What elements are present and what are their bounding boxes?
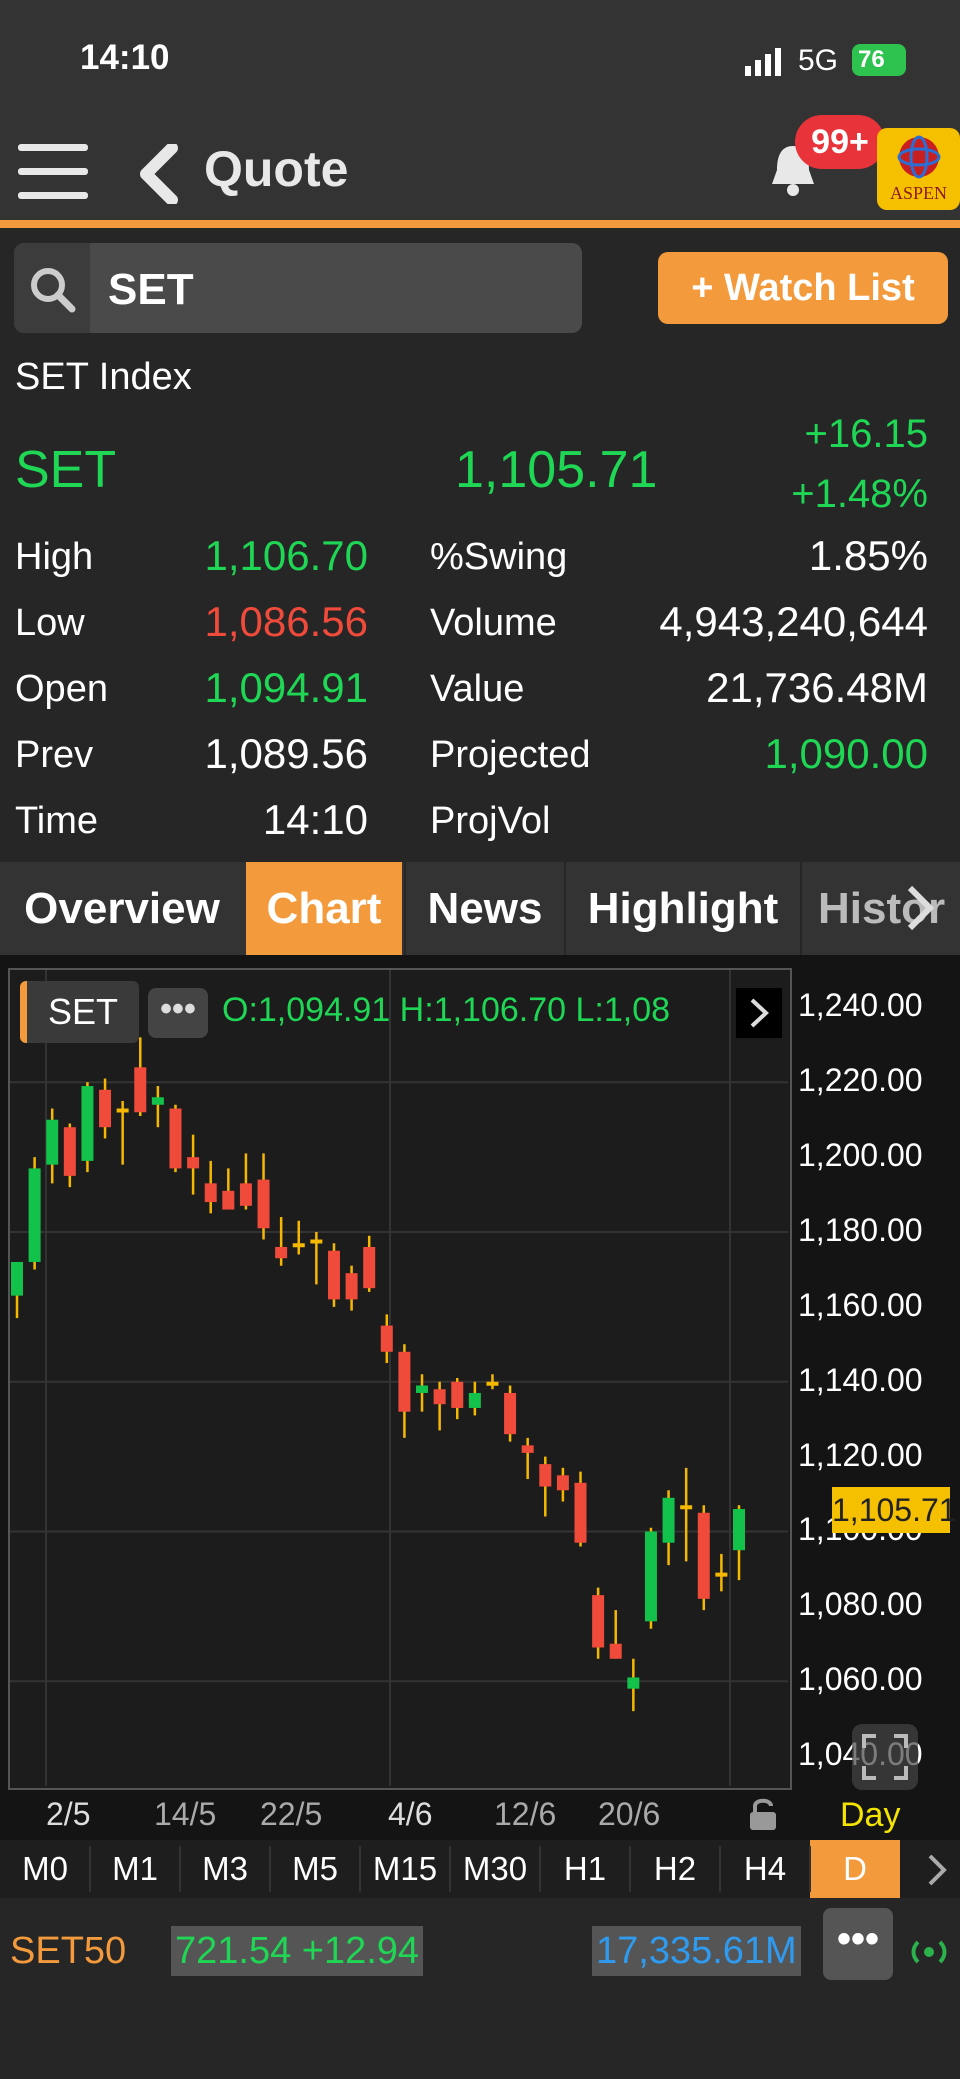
interval-m30[interactable]: M30 xyxy=(450,1840,540,1898)
x-tick-label: 12/6 xyxy=(494,1796,557,1832)
candle-body xyxy=(204,1183,217,1203)
interval-h2[interactable]: H2 xyxy=(630,1840,720,1898)
candle-body xyxy=(275,1246,288,1259)
candle-body xyxy=(644,1531,657,1622)
y-tick-label: 1,080.00 xyxy=(798,1586,923,1623)
candle-body xyxy=(451,1381,464,1408)
y-tick-label: 1,220.00 xyxy=(798,1062,923,1099)
candle-body xyxy=(697,1512,710,1599)
broadcast-icon[interactable] xyxy=(908,1934,950,1970)
ohlc-scroll-button[interactable] xyxy=(736,988,782,1038)
candle-body xyxy=(486,1381,499,1386)
interval-h4[interactable]: H4 xyxy=(720,1840,810,1898)
candle-body xyxy=(556,1475,569,1491)
candle-body xyxy=(63,1127,76,1176)
candle-body xyxy=(416,1385,429,1393)
candle-body xyxy=(28,1168,41,1262)
interval-d[interactable]: D xyxy=(810,1840,900,1898)
y-tick-label: 1,140.00 xyxy=(798,1361,923,1398)
y-tick-label: 1,120.00 xyxy=(798,1436,923,1473)
chart-more-button[interactable]: ••• xyxy=(148,988,208,1038)
chart-symbol-chip[interactable]: SET xyxy=(20,981,139,1043)
y-tick-label: 1,200.00 xyxy=(798,1137,923,1174)
candle-body xyxy=(398,1351,411,1412)
candle-body xyxy=(521,1445,534,1453)
candle-body xyxy=(327,1250,340,1300)
ticker-more-button[interactable]: ••• xyxy=(823,1908,893,1980)
candle-body xyxy=(504,1392,517,1435)
candle-body xyxy=(257,1179,270,1229)
interval-m1[interactable]: M1 xyxy=(90,1840,180,1898)
interval-m0[interactable]: M0 xyxy=(0,1840,90,1898)
candle-body xyxy=(715,1572,728,1577)
candle-body xyxy=(134,1067,147,1113)
y-tick-label: 1,160.00 xyxy=(798,1286,923,1323)
x-tick-label: 20/6 xyxy=(598,1796,661,1832)
ohlc-readout: O:1,094.91 H:1,106.70 L:1,08 xyxy=(222,991,671,1029)
candle-body xyxy=(11,1261,23,1296)
candle-body xyxy=(169,1108,182,1169)
y-tick-label: 1,240.00 xyxy=(798,987,923,1024)
interval-m5[interactable]: M5 xyxy=(270,1840,360,1898)
candle-body xyxy=(592,1595,605,1648)
candle-body xyxy=(46,1119,59,1165)
candle-body xyxy=(292,1243,305,1248)
x-tick-label: 2/5 xyxy=(46,1796,91,1832)
candle-body xyxy=(380,1325,393,1352)
y-tick-label: 1,060.00 xyxy=(798,1661,923,1698)
candle-body xyxy=(680,1505,693,1510)
ticker-value: 721.54 +12.94 xyxy=(171,1926,424,1976)
bottom-ticker-bar xyxy=(0,1898,960,2079)
candle-body xyxy=(239,1183,252,1206)
candle-body xyxy=(151,1097,164,1105)
candle-body xyxy=(539,1464,552,1487)
candle-body xyxy=(99,1089,112,1128)
interval-scroll-right-icon[interactable] xyxy=(922,1852,952,1888)
ticker-trade-value: 17,335.61M xyxy=(592,1926,801,1976)
chevron-right-icon xyxy=(750,998,769,1028)
candle-body xyxy=(363,1246,376,1289)
ticker-symbol[interactable]: SET50 xyxy=(10,1930,126,1973)
lock-icon[interactable] xyxy=(748,1796,778,1832)
candle-body xyxy=(627,1677,640,1689)
candle-body xyxy=(662,1497,675,1543)
candle-body xyxy=(187,1157,200,1169)
current-price-tag: 1,105.71 xyxy=(832,1487,957,1533)
candle-body xyxy=(345,1273,358,1300)
interval-m15[interactable]: M15 xyxy=(360,1840,450,1898)
chart-period-label[interactable]: Day xyxy=(840,1796,900,1835)
interval-bar: M0 M1 M3 M5 M15 M30 H1 H2 H4 D xyxy=(0,1840,960,1898)
candle-body xyxy=(310,1239,323,1244)
candle-body xyxy=(733,1509,745,1551)
interval-m3[interactable]: M3 xyxy=(180,1840,270,1898)
y-tick-label: 1,180.00 xyxy=(798,1212,923,1249)
candle-body xyxy=(574,1482,587,1543)
candle-body xyxy=(222,1190,235,1210)
x-tick-label: 14/5 xyxy=(154,1796,217,1832)
fullscreen-icon[interactable] xyxy=(852,1724,918,1790)
interval-h1[interactable]: H1 xyxy=(540,1840,630,1898)
candle-body xyxy=(81,1086,94,1161)
candle-body xyxy=(116,1108,129,1113)
candle-body xyxy=(433,1389,446,1405)
x-tick-label: 22/5 xyxy=(260,1796,323,1832)
candle-body xyxy=(609,1643,622,1659)
candle-body xyxy=(468,1392,481,1408)
x-tick-label: 4/6 xyxy=(388,1796,433,1832)
